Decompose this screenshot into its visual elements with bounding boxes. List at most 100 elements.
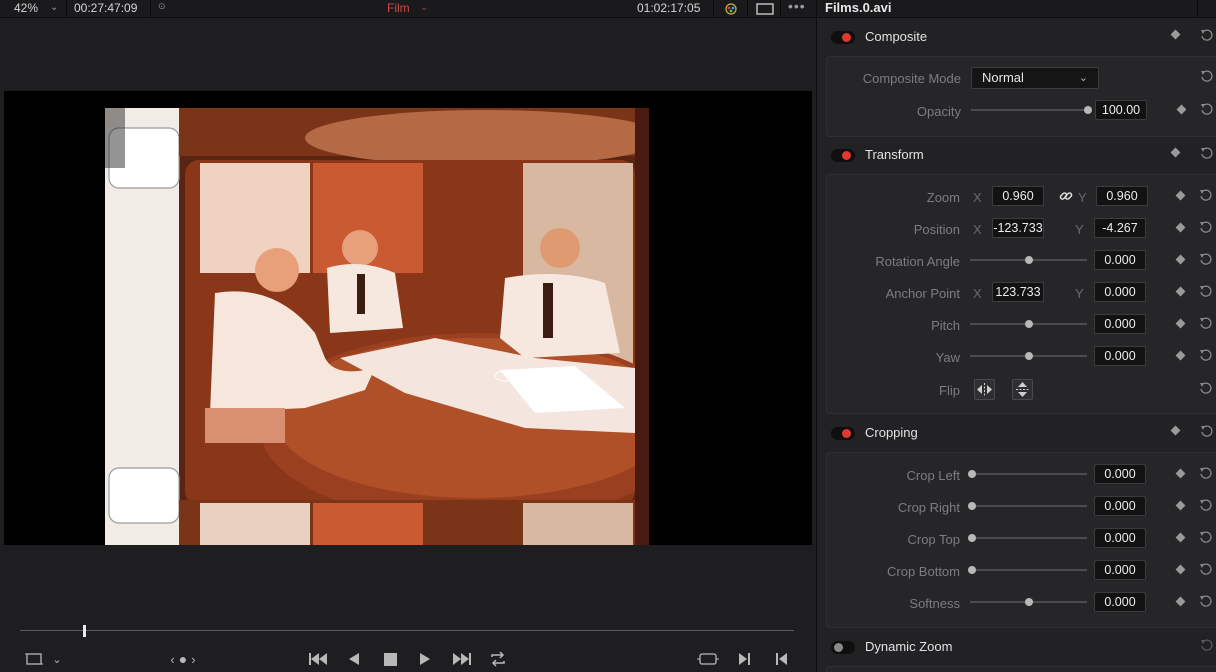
- cropping-section-header[interactable]: Cropping: [817, 418, 1216, 450]
- reset-icon[interactable]: [1200, 28, 1214, 42]
- reset-icon[interactable]: [1200, 424, 1214, 438]
- chevron-down-icon[interactable]: ⌄: [50, 0, 58, 18]
- crop-bottom-slider[interactable]: [968, 566, 1087, 574]
- timeline-name[interactable]: Film: [387, 0, 410, 18]
- reset-icon[interactable]: [1199, 381, 1213, 395]
- reset-icon[interactable]: [1199, 348, 1213, 362]
- keyframe-icon[interactable]: [1170, 29, 1181, 40]
- video-preview[interactable]: [4, 91, 812, 545]
- reset-icon[interactable]: [1200, 146, 1214, 160]
- opacity-value[interactable]: 100.00: [1095, 100, 1147, 120]
- keyframe-icon[interactable]: [1175, 468, 1186, 479]
- reset-icon[interactable]: [1199, 466, 1213, 480]
- pitch-value[interactable]: 0.000: [1094, 314, 1146, 334]
- rotation-slider[interactable]: [970, 256, 1087, 264]
- crop-right-slider[interactable]: [968, 502, 1087, 510]
- keyframe-icon[interactable]: [1175, 190, 1186, 201]
- reset-icon[interactable]: [1199, 284, 1213, 298]
- play-icon[interactable]: [416, 649, 434, 669]
- axis-x-label: X: [973, 190, 982, 205]
- keyframe-icon[interactable]: [1170, 147, 1181, 158]
- crop-top-value[interactable]: 0.000: [1094, 528, 1146, 548]
- inspector-header: Films.0.avi: [817, 0, 1216, 18]
- play-reverse-icon[interactable]: [345, 649, 363, 669]
- crop-frame-icon[interactable]: [24, 649, 44, 669]
- dynamic-zoom-section-header[interactable]: Dynamic Zoom: [817, 632, 1216, 664]
- reset-icon[interactable]: [1200, 102, 1214, 116]
- anchor-point-row: Anchor Point X 123.733 Y 0.000: [817, 282, 1216, 306]
- composite-section-header[interactable]: Composite: [817, 22, 1216, 54]
- reset-icon[interactable]: [1199, 252, 1213, 266]
- keyframe-icon[interactable]: [1175, 564, 1186, 575]
- chevron-down-icon[interactable]: ⌄: [48, 649, 66, 669]
- rotation-value[interactable]: 0.000: [1094, 250, 1146, 270]
- transform-section-header[interactable]: Transform: [817, 140, 1216, 172]
- ellipsis-icon[interactable]: •••: [788, 0, 806, 16]
- stop-icon[interactable]: [381, 649, 399, 669]
- transform-toggle[interactable]: [831, 149, 855, 162]
- reset-icon[interactable]: [1199, 498, 1213, 512]
- composite-toggle[interactable]: [831, 31, 855, 44]
- crop-top-slider[interactable]: [968, 534, 1087, 542]
- viewer-toolbar: 42% ⌄ 00:27:47:09 ⊙ Film ⌄ 01:02:17:05 •…: [0, 0, 816, 18]
- zoom-y-value[interactable]: 0.960: [1096, 186, 1148, 206]
- anchor-x-value[interactable]: 123.733: [992, 282, 1044, 302]
- keyframe-icon[interactable]: [1175, 286, 1186, 297]
- loop-icon[interactable]: [487, 649, 509, 669]
- keyframe-icon[interactable]: [1170, 425, 1181, 436]
- cropping-toggle[interactable]: [831, 427, 855, 440]
- crop-left-value[interactable]: 0.000: [1094, 464, 1146, 484]
- zoom-x-value[interactable]: 0.960: [992, 186, 1044, 206]
- reset-icon[interactable]: [1200, 69, 1214, 83]
- reset-icon[interactable]: [1199, 220, 1213, 234]
- chevron-down-icon[interactable]: ⌄: [420, 0, 428, 18]
- link-icon[interactable]: [1058, 188, 1074, 204]
- nav-dots-icon[interactable]: ‹ ● ›: [160, 649, 210, 669]
- source-timecode: 00:27:47:09: [74, 1, 138, 15]
- pitch-slider[interactable]: [970, 320, 1087, 328]
- color-effects-icon[interactable]: [721, 0, 741, 18]
- keyframe-icon[interactable]: [1176, 104, 1187, 115]
- crop-bottom-value[interactable]: 0.000: [1094, 560, 1146, 580]
- keyframe-icon[interactable]: [1175, 318, 1186, 329]
- softness-value[interactable]: 0.000: [1094, 592, 1146, 612]
- playhead[interactable]: [83, 625, 87, 637]
- crop-left-slider[interactable]: [968, 470, 1087, 478]
- anchor-y-value[interactable]: 0.000: [1094, 282, 1146, 302]
- keyframe-icon[interactable]: [1175, 254, 1186, 265]
- reset-icon[interactable]: [1199, 530, 1213, 544]
- opacity-slider[interactable]: [971, 106, 1092, 114]
- softness-slider[interactable]: [970, 598, 1087, 606]
- prev-clip-icon[interactable]: [773, 649, 789, 669]
- reset-icon[interactable]: [1200, 638, 1214, 652]
- keyframe-icon[interactable]: [1175, 350, 1186, 361]
- match-frame-icon[interactable]: [696, 649, 720, 669]
- skip-to-end-icon[interactable]: [450, 649, 474, 669]
- crop-right-value[interactable]: 0.000: [1094, 496, 1146, 516]
- position-x-value[interactable]: -123.733: [992, 218, 1044, 238]
- timeline-scrubber[interactable]: [20, 630, 794, 631]
- dynamic-zoom-toggle[interactable]: [831, 641, 855, 654]
- yaw-slider[interactable]: [970, 352, 1087, 360]
- flip-vertical-button[interactable]: [1012, 379, 1033, 400]
- frame-view-icon[interactable]: [755, 0, 775, 18]
- keyframe-icon[interactable]: [1175, 222, 1186, 233]
- keyframe-icon[interactable]: [1175, 596, 1186, 607]
- flip-horizontal-button[interactable]: [974, 379, 995, 400]
- yaw-value[interactable]: 0.000: [1094, 346, 1146, 366]
- timecode-options-icon[interactable]: ⊙: [158, 0, 166, 16]
- keyframe-icon[interactable]: [1175, 500, 1186, 511]
- zoom-level[interactable]: 42%: [14, 0, 38, 18]
- position-y-value[interactable]: -4.267: [1094, 218, 1146, 238]
- next-clip-icon[interactable]: [736, 649, 752, 669]
- skip-to-start-icon[interactable]: [306, 649, 330, 669]
- composite-mode-dropdown[interactable]: Normal ⌄: [971, 67, 1099, 89]
- reset-icon[interactable]: [1199, 188, 1213, 202]
- reset-icon[interactable]: [1199, 562, 1213, 576]
- reset-icon[interactable]: [1199, 316, 1213, 330]
- crop-bottom-label: Crop Bottom: [887, 564, 960, 579]
- viewer-panel: 42% ⌄ 00:27:47:09 ⊙ Film ⌄ 01:02:17:05 •…: [0, 0, 816, 672]
- divider: [1197, 0, 1198, 18]
- reset-icon[interactable]: [1199, 594, 1213, 608]
- keyframe-icon[interactable]: [1175, 532, 1186, 543]
